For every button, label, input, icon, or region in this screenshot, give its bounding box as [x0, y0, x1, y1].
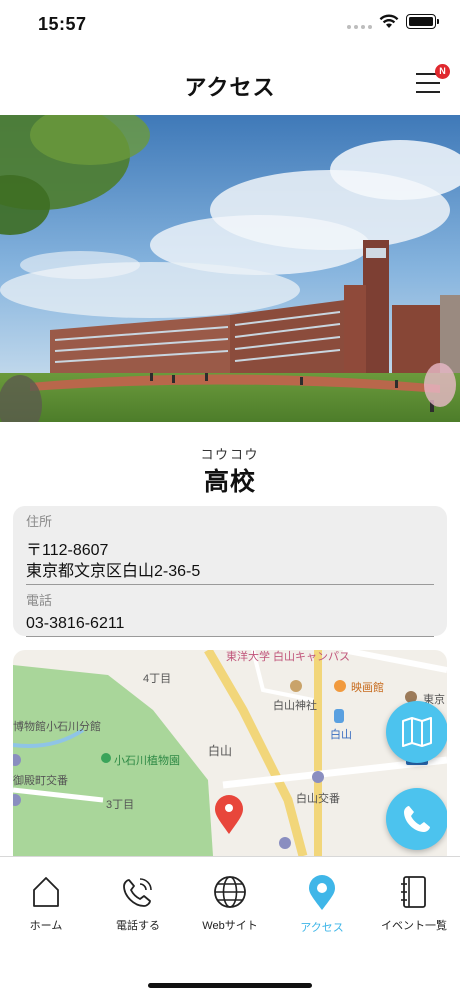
battery-icon — [406, 14, 439, 29]
header: アクセス N — [0, 56, 460, 114]
location-pin-icon — [309, 875, 335, 910]
map-label-gotenmachi: 御殿町交番 — [13, 775, 68, 787]
map-pin-icon[interactable] — [214, 795, 244, 835]
call-button[interactable] — [386, 788, 447, 850]
divider — [26, 584, 434, 585]
home-icon — [33, 877, 59, 907]
school-building-image — [0, 115, 460, 422]
address-value[interactable]: 東京都文京区白山2-36-5 — [26, 561, 434, 582]
contact-info-card: 住所 〒112-8607 東京都文京区白山2-36-5 電話 03-3816-6… — [13, 506, 447, 637]
tab-home[interactable]: ホーム — [0, 875, 92, 933]
divider — [26, 636, 434, 637]
notebook-icon — [401, 876, 426, 908]
phone-icon — [404, 806, 430, 832]
map-label-museum: 博物館小石川分館 — [13, 721, 101, 733]
map-label-hakusan-koban: 白山交番 — [296, 793, 340, 805]
status-bar: 15:57 — [0, 0, 460, 50]
map-label-chome3: 3丁目 — [106, 799, 135, 811]
notification-badge: N — [435, 64, 450, 79]
phone-icon — [123, 878, 152, 907]
tab-phone[interactable]: 電話する — [92, 875, 184, 933]
tab-label: アクセス — [300, 922, 344, 934]
menu-button[interactable]: N — [416, 64, 450, 96]
wifi-icon — [379, 14, 399, 28]
tab-label: ホーム — [29, 920, 63, 932]
tab-label: Webサイト — [202, 920, 258, 932]
globe-icon — [214, 876, 246, 908]
phone-value[interactable]: 03-3816-6211 — [26, 613, 434, 634]
phone-label: 電話 — [26, 593, 53, 608]
postal-code: 〒112-8607 — [26, 542, 109, 559]
tab-bar: ホーム 電話する Webサイト アクセス イベント一覧 — [0, 856, 460, 996]
home-indicator — [148, 983, 312, 988]
open-map-button[interactable] — [386, 701, 447, 763]
map-label-hakusan-station: 白山 — [330, 729, 352, 741]
tab-label: イベント一覧 — [381, 920, 447, 932]
folded-map-icon — [402, 717, 432, 747]
map-label-cinema: 映画館 — [351, 682, 384, 694]
status-icons — [347, 14, 439, 29]
status-time: 15:57 — [38, 14, 87, 34]
school-name-ruby: コウコウ — [200, 447, 260, 462]
map-view[interactable]: 東洋大学 白山キャンパス 4丁目 映画館 東京 白山神社 博物館小石川分館 白山… — [13, 650, 447, 856]
map-label-hakusan-shrine: 白山神社 — [273, 700, 317, 712]
school-name: 高校 — [203, 468, 256, 496]
map-label-hakusan: 白山 — [208, 744, 233, 758]
tab-events[interactable]: イベント一覧 — [368, 875, 460, 933]
map-label-chome4: 4丁目 — [143, 673, 172, 685]
cellular-signal-icon — [347, 15, 372, 29]
map-label-garden: 小石川植物園 — [114, 755, 180, 767]
tab-website[interactable]: Webサイト — [184, 875, 276, 933]
tab-access[interactable]: アクセス — [276, 875, 368, 935]
page-title: アクセス — [184, 75, 276, 100]
map-label-campus: 東洋大学 白山キャンパス — [226, 651, 351, 663]
tab-label: 電話する — [116, 920, 160, 932]
address-label: 住所 — [26, 514, 53, 529]
